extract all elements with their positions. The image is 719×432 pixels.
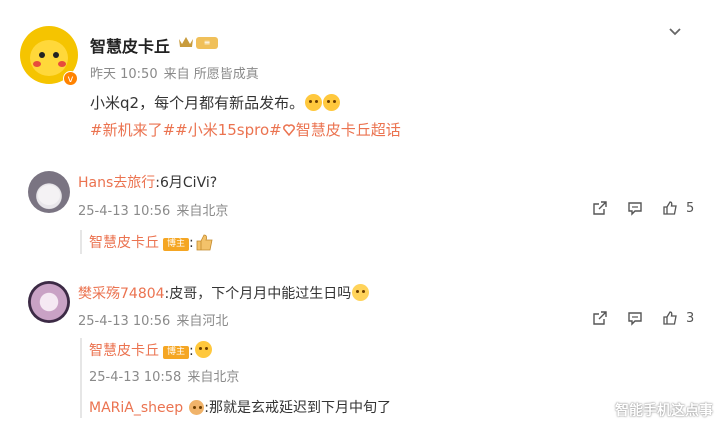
tag-link[interactable]: #新机来了# <box>90 121 175 139</box>
comment-meta: 25-4-13 10:56 来自北京 <box>78 200 234 219</box>
level-badge: ≡ <box>196 37 218 49</box>
like-count: 3 <box>686 311 695 326</box>
post-body: 小米q2，每个月都有新品发布。 <box>90 94 305 112</box>
post-author-name[interactable]: 智慧皮卡丘 <box>90 33 170 57</box>
comment-avatar[interactable] <box>28 281 70 323</box>
share-icon[interactable] <box>592 200 608 216</box>
pray-emoji-icon <box>305 94 323 111</box>
comment-avatar[interactable] <box>28 171 70 213</box>
supertopic-link[interactable]: 智慧皮卡丘超话 <box>296 121 401 139</box>
crown-icon <box>179 37 193 47</box>
reply-time: 25-4-13 10:58 <box>89 370 182 385</box>
reply-text: :那就是玄戒延迟到下月中旬了 <box>204 400 391 416</box>
share-icon[interactable] <box>592 310 608 326</box>
tag-link[interactable]: #小米15spro# <box>175 121 282 139</box>
comment-text: :6月CiVi? <box>155 175 218 191</box>
reply-divider <box>80 338 83 418</box>
reply-user-avatar-icon <box>189 400 205 415</box>
thumbs-up-emoji-icon <box>196 234 213 251</box>
watermark: 智能手机这点事 <box>615 403 713 419</box>
reply-divider <box>80 230 83 254</box>
like-count: 5 <box>686 201 695 216</box>
comment-time: 25-4-13 10:56 <box>78 204 171 219</box>
post-text: 小米q2，每个月都有新品发布。 <box>90 92 341 113</box>
supertopic-icon <box>282 124 295 137</box>
comment-text: :皮哥，下个月月中能过生日吗 <box>164 286 352 302</box>
reply-meta: 25-4-13 10:58 来自北京 <box>89 366 245 385</box>
like-icon[interactable] <box>662 200 678 216</box>
author-tag: 博主 <box>163 346 190 359</box>
chevron-down-icon[interactable] <box>667 26 683 38</box>
reply-username[interactable]: MARiA_sheep <box>89 400 183 416</box>
smile-emoji-icon <box>194 341 212 358</box>
comment-line: 樊采殇74804:皮哥，下个月月中能过生日吗 <box>78 283 370 303</box>
comment-username[interactable]: 樊采殇74804 <box>78 286 165 302</box>
reply-line: 智慧皮卡丘 博主: <box>89 232 214 252</box>
reply-username[interactable]: 智慧皮卡丘 <box>89 235 159 251</box>
post-tags: #新机来了##小米15spro# 智慧皮卡丘超话 <box>90 119 401 140</box>
comment-username[interactable]: Hans去旅行 <box>78 175 155 191</box>
crying-emoji-icon <box>352 284 370 301</box>
comment-meta: 25-4-13 10:56 来自河北 <box>78 310 234 329</box>
verified-icon: v <box>63 71 78 86</box>
reply-location: 来自北京 <box>187 370 240 385</box>
post-source: 来自 所愿皆成真 <box>163 67 259 82</box>
comment-line: Hans去旅行:6月CiVi? <box>78 172 217 192</box>
reply-line: 智慧皮卡丘 博主: <box>89 340 212 360</box>
pray-emoji-icon <box>323 94 341 111</box>
author-tag: 博主 <box>163 238 190 251</box>
post-time: 昨天 10:50 <box>90 67 158 82</box>
reply-line: MARiA_sheep :那就是玄戒延迟到下月中旬了 <box>89 397 391 417</box>
comment-location: 来自河北 <box>176 314 229 329</box>
comment-icon[interactable] <box>627 200 643 216</box>
comment-time: 25-4-13 10:56 <box>78 314 171 329</box>
reply-text: : <box>189 343 194 359</box>
like-icon[interactable] <box>662 310 678 326</box>
comment-location: 来自北京 <box>176 204 229 219</box>
post-meta: 昨天 10:50 来自 所愿皆成真 <box>90 63 265 82</box>
reply-username[interactable]: 智慧皮卡丘 <box>89 343 159 359</box>
comment-icon[interactable] <box>627 310 643 326</box>
